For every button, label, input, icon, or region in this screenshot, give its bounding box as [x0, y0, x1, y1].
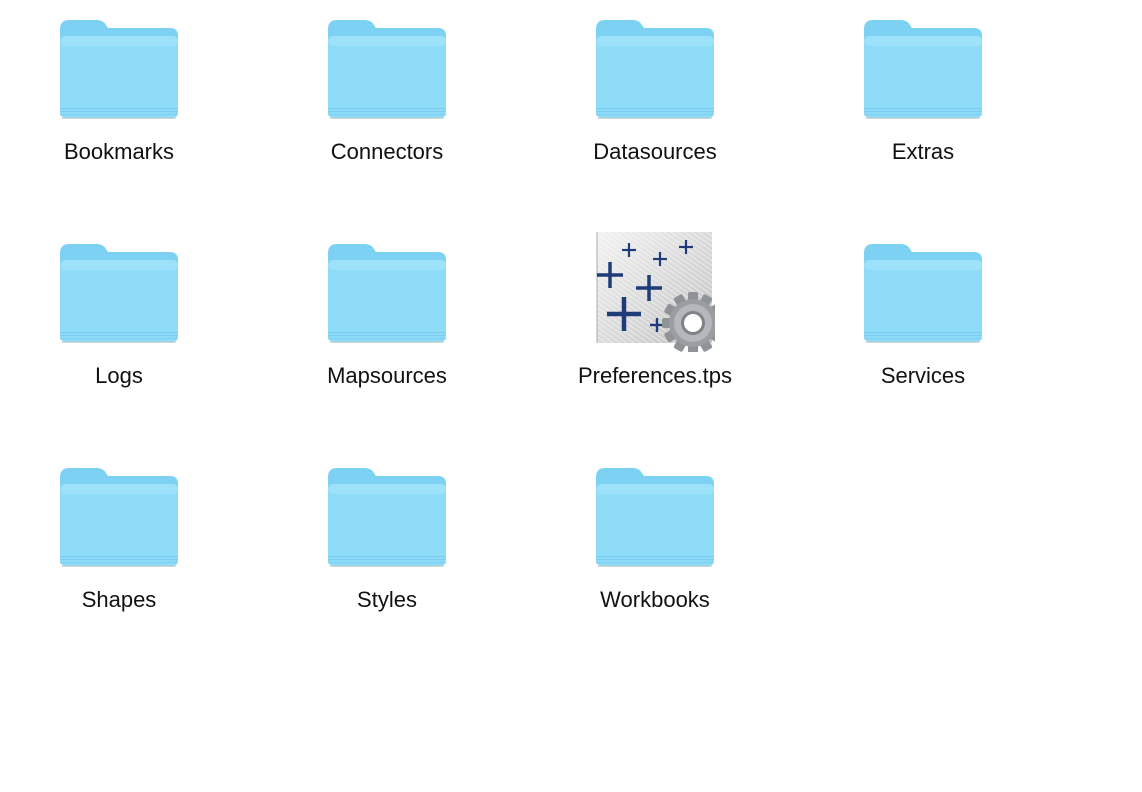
folder-item-connectors[interactable]: Connectors: [277, 8, 497, 208]
item-label: Datasources: [593, 139, 717, 164]
item-label: Extras: [891, 139, 955, 164]
file-item-preferences-tps[interactable]: Preferences.tps: [545, 232, 765, 432]
folder-icon: [863, 8, 983, 128]
item-label: Preferences.tps: [577, 363, 733, 388]
folder-icon: [327, 8, 447, 128]
folder-icon: [327, 456, 447, 576]
item-label: Logs: [95, 363, 143, 388]
item-label: Shapes: [81, 587, 157, 612]
folder-icon: [59, 8, 179, 128]
folder-icon: [327, 232, 447, 352]
folder-item-styles[interactable]: Styles: [277, 456, 497, 656]
item-label: Workbooks: [600, 587, 710, 612]
folder-icon: [59, 456, 179, 576]
folder-item-mapsources[interactable]: Mapsources: [277, 232, 497, 432]
item-label: Mapsources: [327, 363, 447, 388]
folder-item-workbooks[interactable]: Workbooks: [545, 456, 765, 656]
item-label: Connectors: [330, 139, 444, 164]
folder-icon: [863, 232, 983, 352]
folder-icon: [59, 232, 179, 352]
folder-item-shapes[interactable]: Shapes: [9, 456, 229, 656]
item-label: Bookmarks: [63, 139, 175, 164]
folder-item-datasources[interactable]: Datasources: [545, 8, 765, 208]
item-label: Services: [880, 363, 966, 388]
folder-icon: [595, 456, 715, 576]
folder-icon: [595, 8, 715, 128]
folder-item-bookmarks[interactable]: Bookmarks: [9, 8, 229, 208]
item-label: Styles: [357, 587, 417, 612]
tableau-file-graphic: [596, 232, 715, 352]
finder-icon-grid: Bookmarks Connectors Datasources Extras …: [0, 0, 1142, 792]
folder-item-extras[interactable]: Extras: [813, 8, 1033, 208]
folder-item-logs[interactable]: Logs: [9, 232, 229, 432]
folder-item-services[interactable]: Services: [813, 232, 1033, 432]
tableau-preferences-file-icon: [595, 232, 715, 352]
